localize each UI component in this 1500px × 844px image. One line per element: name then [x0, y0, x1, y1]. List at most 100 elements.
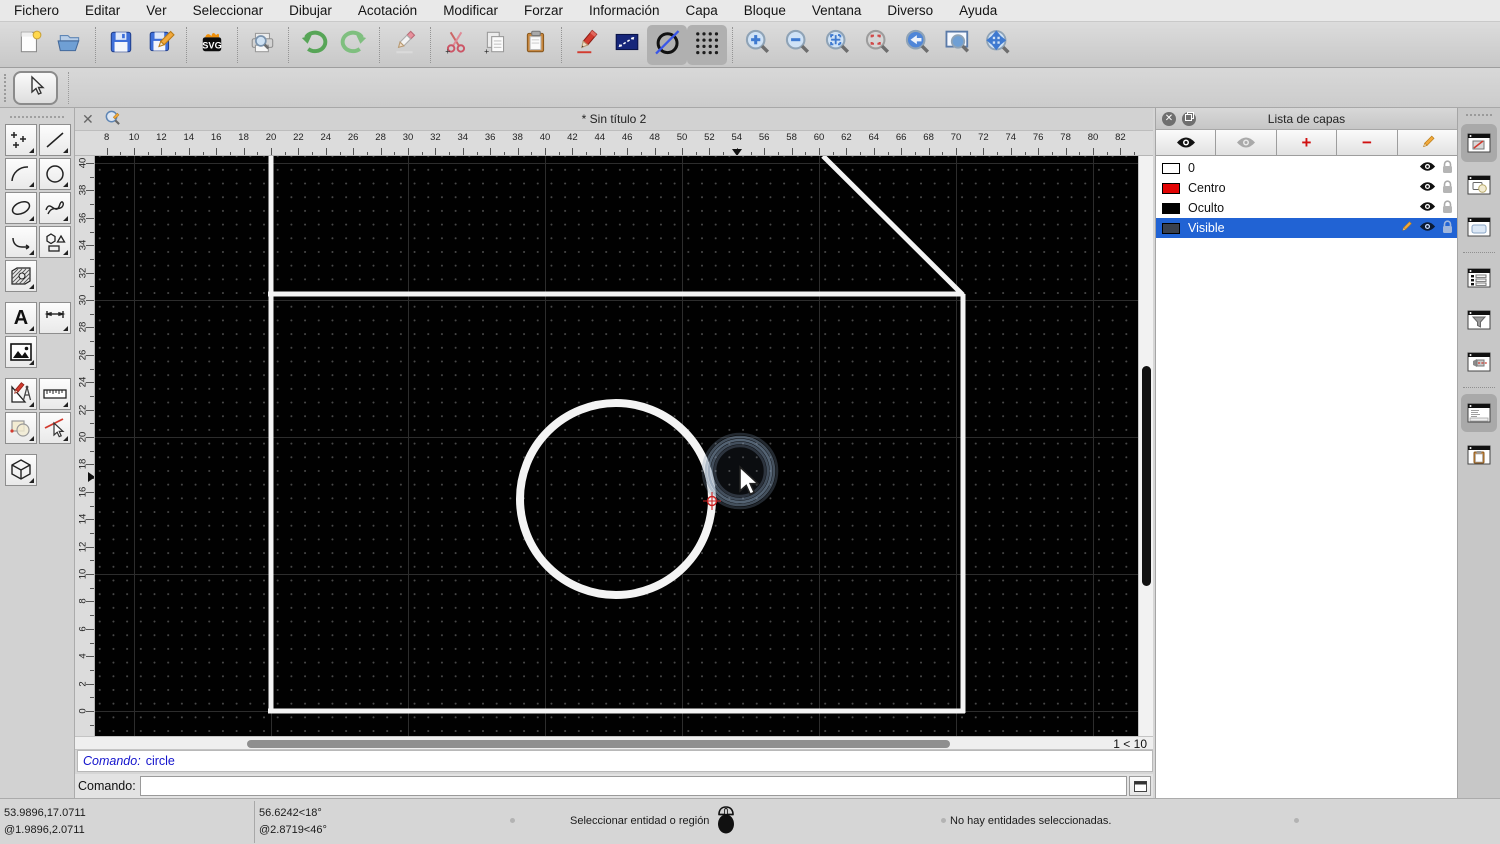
horizontal-scrollbar-thumb[interactable] — [247, 740, 950, 748]
hide-all-layers-button[interactable] — [1216, 130, 1277, 155]
panel-filter-button[interactable] — [1461, 301, 1497, 339]
menu-item-modificar[interactable]: Modificar — [443, 3, 498, 18]
layer-visibility-icon[interactable] — [1419, 181, 1436, 195]
layer-row-visible[interactable]: Visible — [1156, 218, 1457, 238]
zoom-auto-button[interactable] — [818, 25, 858, 65]
arc-tool-button[interactable] — [5, 158, 37, 190]
vertical-scrollbar[interactable] — [1138, 156, 1153, 736]
layer-visibility-icon[interactable] — [1419, 201, 1436, 215]
edit-layer-button[interactable] — [1398, 130, 1457, 155]
select-tool-button[interactable] — [13, 71, 58, 105]
canvas-region: ✕ * Sin título 2 8 10 12 14 16 18 20 22 24 26 28 30… — [75, 108, 1153, 798]
reference-distance-button[interactable] — [607, 25, 647, 65]
menu-item-ver[interactable]: Ver — [146, 3, 166, 18]
layer-color-swatch[interactable] — [1162, 222, 1180, 234]
circle-line-toggle-button[interactable] — [647, 24, 687, 65]
panel-views-button[interactable] — [1461, 343, 1497, 381]
panel-layers-button[interactable] — [1461, 124, 1497, 162]
polyline-tool-button[interactable] — [5, 226, 37, 258]
menu-item-forzar[interactable]: Forzar — [524, 3, 563, 18]
delete-entities-button[interactable] — [385, 25, 425, 65]
command-detach-button[interactable] — [1129, 776, 1151, 796]
cut-button[interactable]: + — [436, 25, 476, 65]
layer-lock-icon[interactable] — [1442, 159, 1453, 177]
undo-button[interactable] — [294, 25, 334, 65]
panel-command-button[interactable] — [1461, 394, 1497, 432]
menu-item-diverso[interactable]: Diverso — [887, 3, 933, 18]
menu-item-dibujar[interactable]: Dibujar — [289, 3, 332, 18]
panel-pen-list-button[interactable] — [1461, 259, 1497, 297]
drawing-line[interactable] — [821, 156, 965, 297]
points-tool-button[interactable] — [5, 124, 37, 156]
drafting-tool-button[interactable] — [5, 378, 37, 410]
menu-item-ventana[interactable]: Ventana — [812, 3, 862, 18]
command-input[interactable] — [139, 776, 1127, 796]
layer-color-swatch[interactable] — [1162, 162, 1180, 174]
layer-row-centro[interactable]: Centro — [1156, 178, 1457, 198]
snap-select-tool-button[interactable] — [39, 412, 71, 444]
new-file-button[interactable] — [10, 25, 50, 65]
layer-edit-icon[interactable] — [1399, 220, 1413, 237]
show-all-layers-button[interactable] — [1156, 130, 1217, 155]
zoom-previous-button[interactable] — [898, 25, 938, 65]
svg-export-button[interactable]: SVG — [192, 25, 232, 65]
menu-item-bloque[interactable]: Bloque — [744, 3, 786, 18]
layer-row-0[interactable]: 0 — [1156, 158, 1457, 178]
spline-tool-button[interactable] — [39, 192, 71, 224]
menu-item-fichero[interactable]: Fichero — [14, 3, 59, 18]
zoom-select-button[interactable] — [858, 25, 898, 65]
save-button[interactable] — [101, 25, 141, 65]
layer-lock-icon[interactable] — [1442, 219, 1453, 237]
drawing-canvas[interactable] — [95, 156, 1138, 736]
menu-item-editar[interactable]: Editar — [85, 3, 120, 18]
menu-item-capa[interactable]: Capa — [686, 3, 718, 18]
panel-blocks-button[interactable] — [1461, 166, 1497, 204]
grid-toggle-button[interactable] — [687, 24, 727, 65]
hatch-tool-button[interactable] — [5, 260, 37, 292]
line-tool-button[interactable] — [39, 124, 71, 156]
ellipse-tool-button[interactable] — [5, 192, 37, 224]
layer-color-swatch[interactable] — [1162, 182, 1180, 194]
add-layer-button[interactable]: + — [1277, 130, 1338, 155]
zoom-out-button[interactable] — [778, 25, 818, 65]
zoom-window-button[interactable] — [938, 25, 978, 65]
modify-tool-button[interactable] — [5, 412, 37, 444]
toolbar-drag-handle[interactable] — [4, 74, 8, 102]
dimension-tool-button[interactable] — [39, 302, 71, 334]
zoom-in-button[interactable] — [738, 25, 778, 65]
layer-row-oculto[interactable]: Oculto — [1156, 198, 1457, 218]
status-bar: 53.9896,17.0711 @1.9896,2.0711 56.6242<1… — [0, 798, 1500, 844]
layer-visibility-icon[interactable] — [1419, 161, 1436, 175]
panel-clipboard-button[interactable] — [1461, 436, 1497, 474]
zoom-pan-button[interactable] — [978, 25, 1018, 65]
layer-lock-icon[interactable] — [1442, 179, 1453, 197]
paste-button[interactable] — [516, 25, 556, 65]
drawing-circle[interactable] — [516, 399, 716, 599]
palette-drag-handle[interactable] — [10, 116, 64, 118]
layer-lock-icon[interactable] — [1442, 199, 1453, 217]
box3d-tool-button[interactable] — [5, 454, 37, 486]
horizontal-scrollbar[interactable]: 1 < 10 — [75, 736, 1153, 751]
copy-button[interactable]: + — [476, 25, 516, 65]
text-tool-button[interactable]: A — [5, 302, 37, 334]
dock-drag-handle[interactable] — [1466, 114, 1492, 116]
menu-item-información[interactable]: Información — [589, 3, 660, 18]
open-file-button[interactable] — [50, 25, 90, 65]
save-as-button[interactable] — [141, 25, 181, 65]
printer-magnifier-icon — [249, 28, 277, 61]
menu-item-acotación[interactable]: Acotación — [358, 3, 417, 18]
vertical-scrollbar-thumb[interactable] — [1142, 366, 1151, 586]
shapes-tool-button[interactable] — [39, 226, 71, 258]
measure-tool-button[interactable] — [39, 378, 71, 410]
print-preview-button[interactable] — [243, 25, 283, 65]
layer-color-swatch[interactable] — [1162, 202, 1180, 214]
layer-visibility-icon[interactable] — [1419, 221, 1436, 235]
remove-layer-button[interactable]: − — [1337, 130, 1398, 155]
circle-tool-button[interactable] — [39, 158, 71, 190]
redo-button[interactable] — [334, 25, 374, 65]
panel-library-button[interactable] — [1461, 208, 1497, 246]
menu-item-ayuda[interactable]: Ayuda — [959, 3, 997, 18]
draw-pencil-button[interactable] — [567, 25, 607, 65]
image-tool-button[interactable] — [5, 336, 37, 368]
menu-item-seleccionar[interactable]: Seleccionar — [193, 3, 264, 18]
